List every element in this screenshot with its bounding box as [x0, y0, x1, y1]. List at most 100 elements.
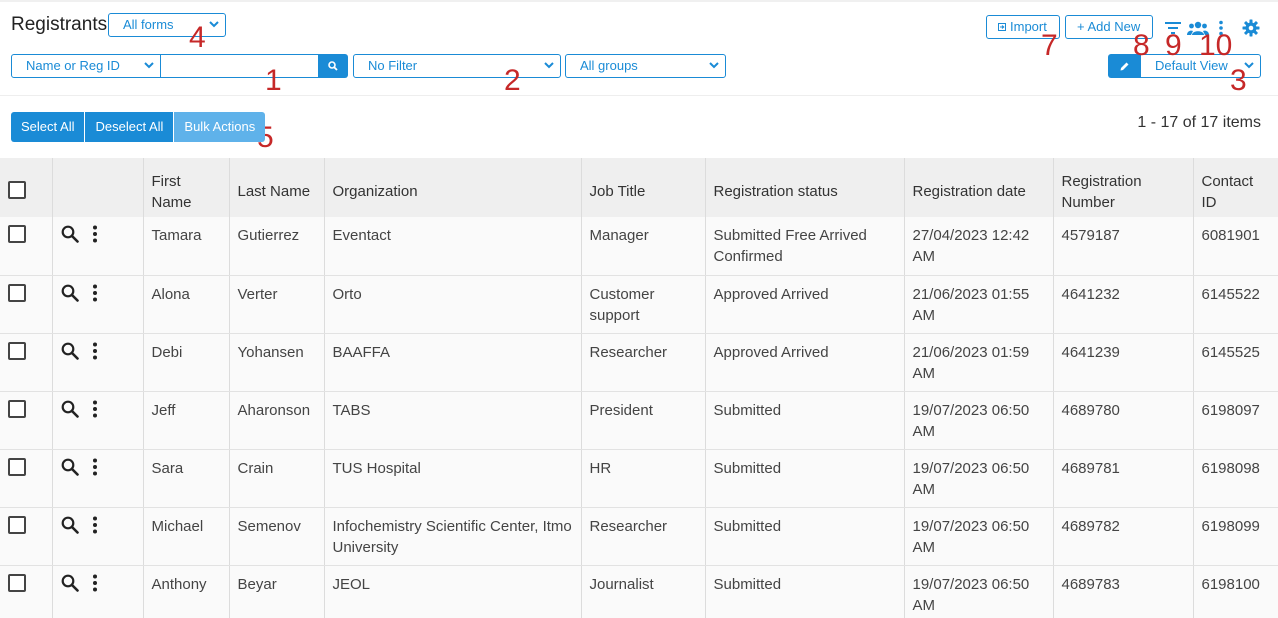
bulk-actions-button[interactable]: Bulk Actions — [174, 112, 266, 142]
row-actions-cell — [52, 565, 144, 618]
registration-number-cell: 4689782 — [1053, 507, 1194, 566]
search-field-select[interactable]: Name or Reg ID — [11, 54, 161, 78]
magnifier-icon[interactable] — [61, 400, 79, 418]
header-registration-number[interactable]: Registration Number — [1053, 158, 1194, 217]
groups-select[interactable]: All groups — [565, 54, 726, 78]
header-first-name[interactable]: First Name — [143, 158, 230, 217]
header-organization[interactable]: Organization — [324, 158, 582, 217]
header-job-title[interactable]: Job Title — [581, 158, 706, 217]
magnifier-icon[interactable] — [61, 458, 79, 476]
row-actions-cell — [52, 217, 144, 276]
first-name-cell: Sara — [143, 449, 230, 508]
last-name-cell: Verter — [229, 275, 325, 334]
registration-date-cell: 19/07/2023 06:50 AM — [904, 391, 1054, 450]
annotation-7: 7 — [1041, 29, 1058, 62]
top-border — [0, 0, 1278, 2]
chevron-down-icon — [143, 58, 155, 72]
row-checkbox[interactable] — [8, 573, 26, 592]
header-registration-status[interactable]: Registration status — [705, 158, 905, 217]
kebab-icon[interactable] — [92, 225, 97, 243]
registration-status-cell: Submitted Free Arrived Confirmed — [705, 217, 905, 276]
search-field-select-value: Name or Reg ID — [26, 58, 120, 73]
table-row[interactable]: Debi Yohansen BAAFFA Researcher Approved Arr… — [0, 333, 1278, 392]
magnifier-icon[interactable] — [61, 284, 79, 302]
annotation-10: 10 — [1199, 29, 1233, 62]
kebab-icon[interactable] — [92, 458, 97, 476]
annotation-3: 3 — [1230, 64, 1247, 97]
deselect-all-button[interactable]: Deselect All — [85, 112, 175, 142]
table-header-row: First Name Last Name Organization Job Ti… — [0, 158, 1278, 217]
header-contact-id[interactable]: Contact ID — [1193, 158, 1278, 217]
first-name-cell: Alona — [143, 275, 230, 334]
add-new-label: + Add New — [1077, 19, 1141, 34]
last-name-cell: Beyar — [229, 565, 325, 618]
filter-select-value: No Filter — [368, 58, 418, 73]
table-row[interactable]: Tamara Gutierrez Eventact Manager Submitted … — [0, 217, 1278, 276]
first-name-cell: Debi — [143, 333, 230, 392]
row-select-cell — [0, 391, 53, 450]
row-checkbox[interactable] — [8, 457, 26, 476]
row-actions-cell — [52, 333, 144, 392]
row-select-cell — [0, 507, 53, 566]
magnifier-icon[interactable] — [61, 516, 79, 534]
first-name-cell: Jeff — [143, 391, 230, 450]
row-checkbox[interactable] — [8, 225, 26, 243]
organization-cell: TABS — [324, 391, 582, 450]
kebab-icon[interactable] — [92, 516, 97, 534]
job-title-cell: Manager — [581, 217, 706, 276]
search-input[interactable] — [161, 54, 319, 78]
forms-select[interactable]: All forms — [108, 13, 226, 37]
table-row[interactable]: Michael Semenov Infochemistry Scientific C… — [0, 507, 1278, 566]
registration-status-cell: Submitted — [705, 449, 905, 508]
kebab-icon[interactable] — [92, 284, 97, 302]
kebab-icon[interactable] — [92, 400, 97, 418]
row-checkbox[interactable] — [8, 341, 26, 360]
table-row[interactable]: Anthony Beyar JEOL Journalist Submitted 19/07… — [0, 565, 1278, 618]
magnifier-icon[interactable] — [61, 574, 79, 592]
organization-cell: JEOL — [324, 565, 582, 618]
contact-id-cell: 6198099 — [1193, 507, 1278, 566]
search-icon — [328, 61, 338, 71]
registration-date-cell: 21/06/2023 01:55 AM — [904, 275, 1054, 334]
row-checkbox[interactable] — [8, 283, 26, 302]
registration-date-cell: 27/04/2023 12:42 AM — [904, 217, 1054, 276]
select-all-button[interactable]: Select All — [11, 112, 86, 142]
header-last-name[interactable]: Last Name — [229, 158, 325, 217]
contact-id-cell: 6198097 — [1193, 391, 1278, 450]
gear-icon[interactable] — [1240, 17, 1262, 39]
groups-select-value: All groups — [580, 58, 638, 73]
forms-select-value: All forms — [123, 17, 174, 32]
contact-id-cell: 6081901 — [1193, 217, 1278, 276]
contact-id-cell: 6145522 — [1193, 275, 1278, 334]
job-title-cell: Journalist — [581, 565, 706, 618]
kebab-icon[interactable] — [92, 574, 97, 592]
table-row[interactable]: Alona Verter Orto Customer support Approved … — [0, 275, 1278, 334]
search-button[interactable] — [318, 54, 348, 78]
registrants-table: First Name Last Name Organization Job Ti… — [0, 158, 1278, 618]
row-select-cell — [0, 275, 53, 334]
select-all-checkbox[interactable] — [8, 181, 26, 199]
registration-status-cell: Approved Arrived — [705, 275, 905, 334]
magnifier-icon[interactable] — [61, 225, 79, 243]
organization-cell: Orto — [324, 275, 582, 334]
row-checkbox[interactable] — [8, 515, 26, 534]
last-name-cell: Aharonson — [229, 391, 325, 450]
organization-cell: TUS Hospital — [324, 449, 582, 508]
page-title: Registrants — [11, 14, 108, 35]
filter-select[interactable]: No Filter — [353, 54, 561, 78]
job-title-cell: HR — [581, 449, 706, 508]
registration-status-cell: Submitted — [705, 391, 905, 450]
header-registration-date[interactable]: Registration date — [904, 158, 1054, 217]
row-select-cell — [0, 565, 53, 618]
registration-status-cell: Submitted — [705, 565, 905, 618]
job-title-cell: Customer support — [581, 275, 706, 334]
header-select-cell — [0, 158, 53, 217]
table-row[interactable]: Sara Crain TUS Hospital HR Submitted 19/07/20… — [0, 449, 1278, 508]
bulk-actions-bar: Select All Deselect All Bulk Actions — [11, 112, 266, 142]
row-checkbox[interactable] — [8, 399, 26, 418]
table-row[interactable]: Jeff Aharonson TABS President Submitted 19/07… — [0, 391, 1278, 450]
kebab-icon[interactable] — [92, 342, 97, 360]
job-title-cell: Researcher — [581, 507, 706, 566]
magnifier-icon[interactable] — [61, 342, 79, 360]
registration-number-cell: 4689783 — [1053, 565, 1194, 618]
